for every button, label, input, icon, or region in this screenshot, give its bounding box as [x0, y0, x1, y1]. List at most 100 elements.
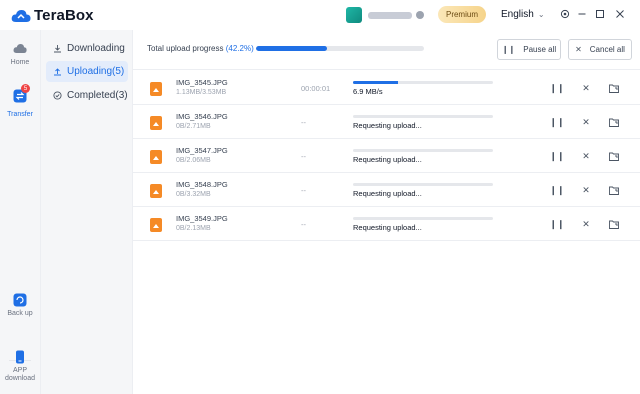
sidebar-item-completed[interactable]: Completed(3) — [46, 85, 128, 106]
total-progress-label: Total upload progress (42.2%) — [147, 44, 254, 53]
time-remaining: -- — [301, 152, 306, 161]
file-size: 1.13MB/3.53MB — [176, 89, 227, 96]
sidebar-item-downloading[interactable]: Downloading — [46, 38, 128, 59]
open-folder-icon[interactable] — [608, 218, 620, 230]
time-remaining: 00:00:01 — [301, 84, 331, 93]
close-icon[interactable] — [614, 8, 626, 20]
rail-item-transfer[interactable]: 5 Transfer — [0, 84, 40, 119]
title-bar: TeraBox Premium English ⌄ — [0, 0, 640, 30]
minimize-icon[interactable] — [576, 8, 588, 20]
open-folder-icon[interactable] — [608, 82, 620, 94]
pause-all-label: Pause all — [523, 45, 557, 54]
phone-icon — [16, 350, 24, 364]
rail-item-app-download[interactable]: APP download — [0, 350, 40, 383]
upload-toolbar: Total upload progress (42.2%) ❙❙ Pause a… — [133, 30, 640, 70]
table-row: IMG_3549.JPG 0B/2.13MB -- Requesting upl… — [133, 207, 640, 241]
file-name: IMG_3547.JPG — [176, 146, 228, 155]
username-redacted — [368, 11, 412, 19]
file-size: 0B/2.06MB — [176, 157, 211, 164]
file-name: IMG_3545.JPG — [176, 78, 228, 87]
pause-icon: ❙❙ — [501, 45, 516, 54]
cancel-icon[interactable]: ✕ — [580, 184, 592, 196]
pause-icon[interactable]: ❙❙ — [549, 184, 564, 196]
rail-item-backup[interactable]: Back up — [0, 293, 40, 318]
image-file-icon — [150, 184, 162, 198]
upload-status: Requesting upload... — [353, 155, 422, 164]
transfer-badge: 5 — [21, 84, 30, 93]
language-selector[interactable]: English ⌄ — [501, 9, 545, 20]
rail-label-backup: Back up — [7, 310, 33, 317]
file-name: IMG_3548.JPG — [176, 180, 228, 189]
time-remaining: -- — [301, 220, 306, 229]
pause-icon[interactable]: ❙❙ — [549, 82, 564, 94]
upload-progress-bar — [353, 149, 493, 152]
open-folder-icon[interactable] — [608, 184, 620, 196]
table-row: IMG_3546.JPG 0B/2.71MB -- Requesting upl… — [133, 105, 640, 139]
upload-status: Requesting upload... — [353, 121, 422, 130]
sidebar-item-uploading[interactable]: Uploading(5) — [46, 61, 128, 82]
open-folder-icon[interactable] — [608, 150, 620, 162]
close-icon: ✕ — [575, 45, 582, 54]
cancel-icon[interactable]: ✕ — [580, 116, 592, 128]
avatar[interactable] — [346, 7, 362, 23]
cancel-icon[interactable]: ✕ — [580, 218, 592, 230]
download-icon — [53, 44, 62, 53]
maximize-icon[interactable] — [594, 8, 606, 20]
upload-progress-bar — [353, 115, 493, 118]
file-size: 0B/2.71MB — [176, 123, 211, 130]
rail-label-app-download: APP download — [5, 367, 35, 382]
check-circle-icon — [53, 91, 62, 100]
file-name: IMG_3549.JPG — [176, 214, 228, 223]
chevron-down-icon[interactable] — [416, 11, 424, 19]
table-row: IMG_3548.JPG 0B/3.32MB -- Requesting upl… — [133, 173, 640, 207]
chevron-down-icon: ⌄ — [537, 10, 545, 19]
upload-progress-bar — [353, 217, 493, 220]
settings-icon[interactable] — [559, 8, 571, 20]
table-row: IMG_3547.JPG 0B/2.06MB -- Requesting upl… — [133, 139, 640, 173]
image-file-icon — [150, 116, 162, 130]
premium-button[interactable]: Premium — [438, 6, 486, 23]
upload-progress-bar — [353, 183, 493, 186]
time-remaining: -- — [301, 118, 306, 127]
upload-progress-bar — [353, 81, 493, 84]
upload-icon — [53, 67, 62, 76]
cloud-icon — [13, 44, 27, 53]
total-progress-bar — [256, 46, 424, 51]
sidebar-item-label: Completed(3) — [67, 90, 128, 101]
total-progress-percent: (42.2%) — [225, 44, 254, 53]
terabox-logo: TeraBox — [11, 7, 94, 24]
sidebar-item-label: Uploading(5) — [67, 66, 125, 77]
user-menu[interactable] — [346, 7, 424, 23]
pause-all-button[interactable]: ❙❙ Pause all — [497, 39, 561, 60]
language-label: English — [501, 9, 534, 20]
cloud-logo-icon — [11, 9, 31, 22]
rail-item-home[interactable]: Home — [0, 42, 40, 67]
image-file-icon — [150, 218, 162, 232]
rail-label-transfer: Transfer — [7, 111, 33, 118]
open-folder-icon[interactable] — [608, 116, 620, 128]
pause-icon[interactable]: ❙❙ — [549, 116, 564, 128]
pause-icon[interactable]: ❙❙ — [549, 218, 564, 230]
file-size: 0B/3.32MB — [176, 191, 211, 198]
cancel-icon[interactable]: ✕ — [580, 82, 592, 94]
total-progress-text: Total upload progress — [147, 44, 224, 53]
cancel-icon[interactable]: ✕ — [580, 150, 592, 162]
upload-progress-fill — [353, 81, 398, 84]
total-progress-fill — [256, 46, 327, 51]
backup-icon — [13, 293, 27, 307]
image-file-icon — [150, 150, 162, 164]
cancel-all-button[interactable]: ✕ Cancel all — [568, 39, 632, 60]
image-file-icon — [150, 82, 162, 96]
time-remaining: -- — [301, 186, 306, 195]
table-row: IMG_3545.JPG 1.13MB/3.53MB 00:00:01 6.9 … — [133, 71, 640, 105]
left-rail: Home 5 Transfer Back up APP download — [0, 30, 40, 394]
transfer-sidebar: Downloading Uploading(5) Completed(3) — [40, 30, 132, 394]
pause-icon[interactable]: ❙❙ — [549, 150, 564, 162]
app-name: TeraBox — [34, 7, 94, 24]
upload-status: Requesting upload... — [353, 189, 422, 198]
upload-panel: Total upload progress (42.2%) ❙❙ Pause a… — [132, 30, 640, 394]
sidebar-item-label: Downloading — [67, 43, 125, 54]
upload-status: Requesting upload... — [353, 223, 422, 232]
file-size: 0B/2.13MB — [176, 225, 211, 232]
upload-status: 6.9 MB/s — [353, 87, 383, 96]
